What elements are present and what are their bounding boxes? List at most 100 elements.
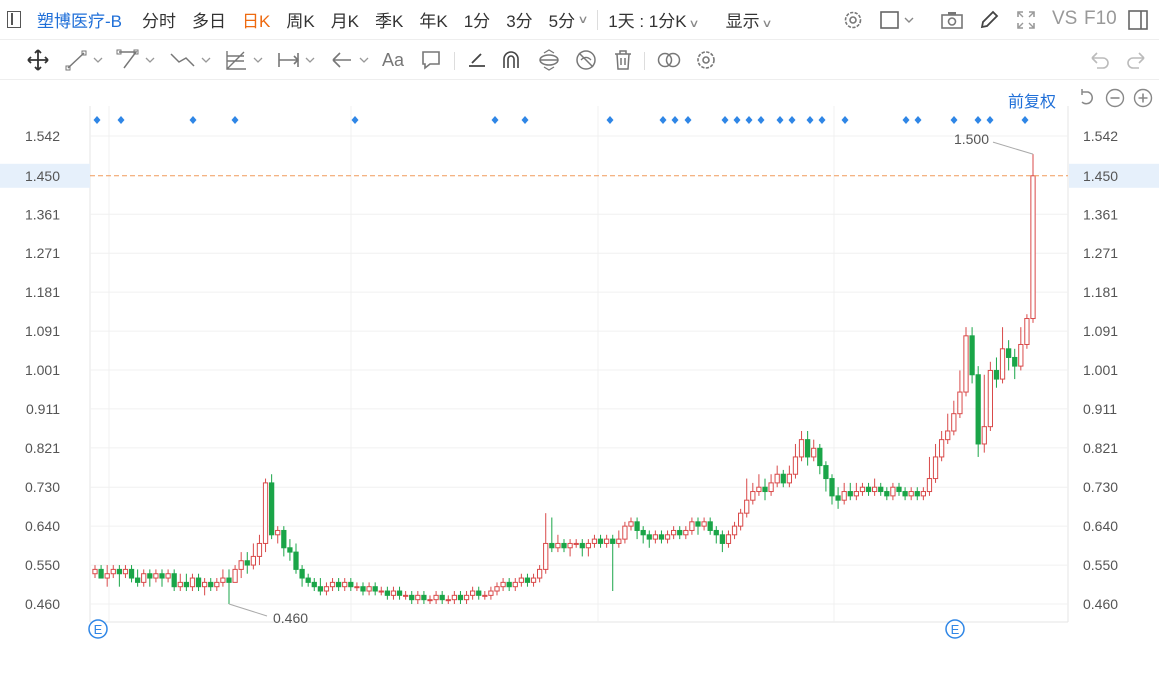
event-diamond-icon <box>671 116 679 124</box>
comment-tool-icon[interactable] <box>420 48 442 72</box>
period-tab[interactable]: 周K <box>286 7 314 32</box>
event-diamond-icon <box>902 116 910 124</box>
panel-toggle-icon[interactable] <box>1126 8 1150 32</box>
y-tick-label: 0.640 <box>25 518 60 534</box>
candle <box>135 569 141 587</box>
drawing-settings-icon[interactable] <box>694 48 718 72</box>
candle-body <box>122 568 129 575</box>
candle <box>366 582 372 596</box>
candle-body <box>1012 356 1018 367</box>
chart-grid <box>0 106 1159 623</box>
candle-body <box>226 577 232 583</box>
redo-icon[interactable] <box>1124 48 1148 72</box>
candle <box>409 591 415 604</box>
candle <box>768 474 774 496</box>
line-tool-icon[interactable] <box>64 48 106 72</box>
candle <box>677 526 683 540</box>
f10-button[interactable]: F10 <box>1084 8 1117 30</box>
display-menu[interactable]: 显示∨ <box>726 7 773 32</box>
candle-body <box>872 486 878 493</box>
period-tab[interactable]: 月K <box>331 7 359 32</box>
candle-body <box>750 491 756 501</box>
candle <box>829 474 835 505</box>
candle <box>835 487 841 509</box>
arrow-tool-icon[interactable] <box>330 48 372 72</box>
wave-tool-icon[interactable] <box>168 48 214 72</box>
candle <box>494 582 500 596</box>
sidebar-toggle-icon[interactable] <box>7 11 21 28</box>
period-tab[interactable]: 日K <box>242 7 270 32</box>
candle-body <box>622 525 628 540</box>
period-tab[interactable]: 季K <box>375 7 403 32</box>
candle-body <box>147 573 153 579</box>
text-tool-icon[interactable]: Aa <box>382 48 404 72</box>
pen-line-tool-icon[interactable] <box>466 48 488 72</box>
period-tab[interactable]: 1分 <box>464 7 490 32</box>
candle-body <box>451 594 457 601</box>
candle <box>482 591 488 600</box>
candle <box>543 513 549 574</box>
compare-icon[interactable] <box>656 48 682 72</box>
candle-body <box>628 521 634 527</box>
candle <box>463 591 470 604</box>
candle <box>202 578 208 596</box>
period-tab[interactable]: 5分 <box>549 7 575 32</box>
candle <box>342 578 348 592</box>
candle-body <box>208 581 214 588</box>
period-tab[interactable]: 3分 <box>506 7 532 32</box>
candlestick-chart[interactable]: EE 1.5421.4501.3611.2711.1811.0911.0010.… <box>0 80 1159 645</box>
more-periods-chevron-icon[interactable]: ∨ <box>578 13 589 26</box>
candle <box>537 565 543 583</box>
candle <box>585 539 591 557</box>
y-tick-label: 1.091 <box>1083 323 1118 339</box>
candle <box>153 569 159 583</box>
fibonacci-tool-icon[interactable] <box>224 48 266 72</box>
move-cross-icon[interactable] <box>26 48 50 72</box>
camera-icon[interactable] <box>940 8 964 32</box>
trash-icon[interactable] <box>612 48 634 72</box>
period-tab[interactable]: 多日 <box>192 7 226 32</box>
period-tab[interactable]: 年K <box>419 7 447 32</box>
undo-icon[interactable] <box>1088 48 1112 72</box>
candle-body <box>415 594 421 601</box>
pencil-icon[interactable] <box>977 8 1001 32</box>
y-tick-label: 1.181 <box>25 284 60 300</box>
candle-body <box>238 560 244 570</box>
lock-drawings-icon[interactable] <box>536 48 562 72</box>
settings-icon[interactable] <box>841 8 865 32</box>
candle <box>573 539 579 548</box>
candle-body <box>829 478 835 497</box>
candle <box>269 474 275 540</box>
stock-name[interactable]: 塑博医疗-B <box>37 7 122 32</box>
candle-body <box>409 594 415 601</box>
candle-body <box>433 594 439 601</box>
period-tab[interactable]: 分时 <box>142 7 176 32</box>
candle-body <box>159 573 165 579</box>
magnet-icon[interactable] <box>500 48 522 72</box>
candle <box>1018 327 1024 371</box>
fullscreen-icon[interactable] <box>1014 8 1038 32</box>
vs-button[interactable]: VS <box>1052 8 1077 30</box>
candle-body <box>920 491 926 497</box>
chevron-down-icon: ∨ <box>687 18 700 30</box>
interval-selector[interactable]: 1天 : 1分K∨ <box>608 7 700 32</box>
candle-body <box>835 495 841 501</box>
candle-body <box>1018 343 1024 367</box>
candle <box>774 465 780 488</box>
candle-body <box>963 335 969 393</box>
layout-select-icon[interactable] <box>879 8 919 32</box>
range-tool-icon[interactable] <box>276 48 318 72</box>
candle <box>744 478 750 518</box>
channel-tool-icon[interactable] <box>116 48 158 72</box>
event-diamond-icon <box>776 116 784 124</box>
candle-body <box>981 426 987 445</box>
hide-drawings-icon[interactable] <box>574 48 598 72</box>
candle-body <box>244 560 250 566</box>
candle-body <box>762 486 768 493</box>
y-tick-label: 1.091 <box>25 323 60 339</box>
candle <box>232 565 238 583</box>
event-diamond-icon <box>351 116 359 124</box>
candle-body <box>597 538 604 544</box>
candle <box>141 569 147 587</box>
candle <box>518 573 524 587</box>
